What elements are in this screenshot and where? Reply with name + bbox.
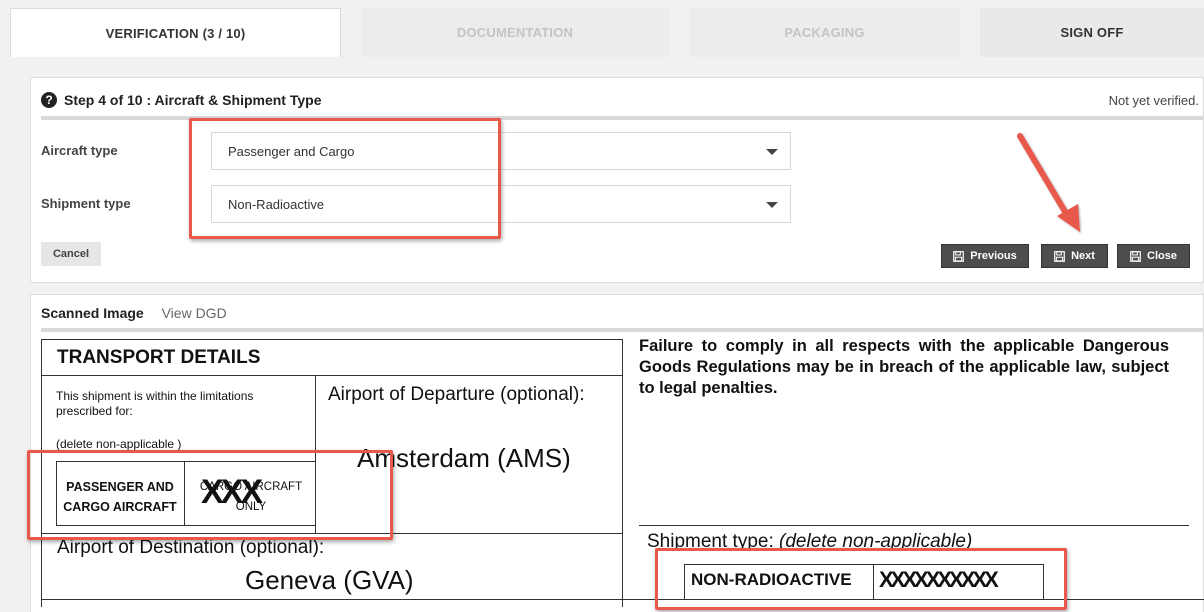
tab-sign-off[interactable]: SIGN OFF xyxy=(980,8,1204,57)
doc-mid-border xyxy=(622,339,623,607)
tab-view-dgd[interactable]: View DGD xyxy=(162,305,227,321)
shipment-box-right xyxy=(1043,564,1044,599)
shipment-box-left xyxy=(684,564,685,599)
shipment-type-caption-label: Shipment type: xyxy=(647,531,774,552)
doc-left-border xyxy=(41,339,42,607)
passenger-cargo-option: PASSENGER AND CARGO AIRCRAFT xyxy=(63,480,177,514)
aircraft-type-label: Aircraft type xyxy=(41,143,118,158)
next-button[interactable]: Next xyxy=(1041,244,1108,268)
close-label: Close xyxy=(1147,250,1177,262)
tab-documentation[interactable]: DOCUMENTATION xyxy=(361,8,669,57)
aircraft-box-top xyxy=(56,461,316,462)
shipment-type-caption: Shipment type: (delete non-applicable) xyxy=(647,531,972,553)
tab-packaging[interactable]: PACKAGING xyxy=(689,8,960,57)
transport-details-heading: TRANSPORT DETAILS xyxy=(57,347,261,368)
wizard-tabs: VERIFICATION (3 / 10) DOCUMENTATION PACK… xyxy=(0,0,1204,57)
radioactive-crossed-out: XXXXXXXXXX xyxy=(879,567,999,592)
save-icon xyxy=(1054,250,1065,262)
save-icon xyxy=(953,250,965,262)
scanned-image-panel: Scanned Image View DGD TRANSPORT DETAILS… xyxy=(30,294,1204,612)
chevron-down-icon xyxy=(766,202,778,208)
doc-right-rule xyxy=(639,525,1189,526)
previous-label: Previous xyxy=(970,250,1017,262)
shipment-type-label: Shipment type xyxy=(41,196,131,211)
doc-inner-vertical xyxy=(315,375,316,533)
next-label: Next xyxy=(1071,250,1095,262)
destination-value: Geneva (GVA) xyxy=(245,565,414,595)
doc-top-border xyxy=(41,339,623,340)
aircraft-box-left xyxy=(56,461,57,525)
tab-scanned-image[interactable]: Scanned Image xyxy=(41,305,144,321)
legal-warning: Failure to comply in all respects with t… xyxy=(639,337,1169,397)
previous-button[interactable]: Previous xyxy=(941,244,1029,268)
departure-value: Amsterdam (AMS) xyxy=(357,443,571,473)
aircraft-box-divider xyxy=(184,461,185,525)
aircraft-type-value: Passenger and Cargo xyxy=(228,143,355,159)
shipment-type-select[interactable]: Non-Radioactive xyxy=(211,185,791,223)
chevron-down-icon xyxy=(766,149,778,155)
arrow-annotation-icon xyxy=(1017,133,1080,232)
subtab-divider xyxy=(41,328,1203,332)
delete-note: (delete non-applicable ) xyxy=(56,437,182,451)
save-icon xyxy=(1130,250,1141,262)
non-radioactive-option: NON-RADIOACTIVE xyxy=(691,570,852,589)
step-title: Step 4 of 10 : Aircraft & Shipment Type xyxy=(64,92,322,108)
doc-destination-rule xyxy=(41,533,623,534)
shipment-type-value: Non-Radioactive xyxy=(228,196,325,212)
step-header: ? Step 4 of 10 : Aircraft & Shipment Typ… xyxy=(41,92,322,108)
question-circle-icon[interactable]: ? xyxy=(41,92,57,108)
header-divider xyxy=(41,116,1203,120)
cross-out-mark: XXX xyxy=(201,473,263,511)
aircraft-box-bottom xyxy=(56,525,316,526)
aircraft-type-select[interactable]: Passenger and Cargo xyxy=(211,132,791,170)
shipment-box-bottom xyxy=(684,599,1044,600)
shipment-type-caption-note: (delete non-applicable) xyxy=(779,531,973,552)
shipment-box-divider xyxy=(873,564,874,599)
shipment-box-top xyxy=(684,564,1044,565)
image-subtabs: Scanned Image View DGD xyxy=(41,305,227,321)
scanned-document: TRANSPORT DETAILS This shipment is withi… xyxy=(41,337,1204,607)
departure-label: Airport of Departure (optional): xyxy=(328,384,585,405)
destination-label: Airport of Destination (optional): xyxy=(57,537,325,558)
limitations-text: This shipment is within the limitations … xyxy=(56,389,254,418)
verification-status: Not yet verified. xyxy=(1108,93,1199,108)
cancel-button[interactable]: Cancel xyxy=(41,242,101,266)
close-button[interactable]: Close xyxy=(1117,244,1190,268)
tab-verification[interactable]: VERIFICATION (3 / 10) xyxy=(10,8,341,57)
doc-heading-rule xyxy=(41,375,623,376)
